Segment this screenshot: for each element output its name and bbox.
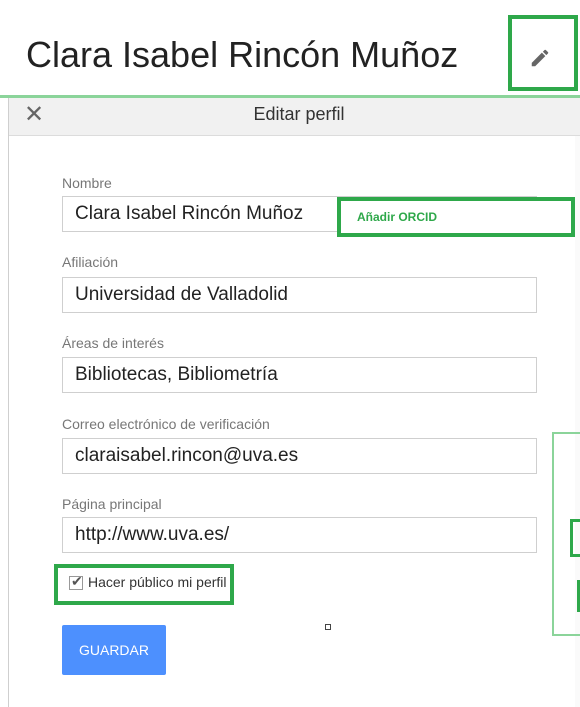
add-orcid-link[interactable]: Añadir ORCID (357, 210, 437, 224)
affiliation-label: Afiliación (62, 254, 119, 270)
interests-label: Áreas de interés (62, 335, 164, 351)
email-label: Correo electrónico de verificación (62, 416, 270, 432)
public-profile-label[interactable]: Hacer público mi perfil (88, 574, 227, 590)
homepage-label: Página principal (62, 496, 162, 512)
orcid-highlight-box: Añadir ORCID (337, 197, 575, 237)
name-label: Nombre (62, 175, 112, 191)
profile-name-heading: Clara Isabel Rincón Muñoz (26, 34, 459, 75)
pencil-icon[interactable] (529, 47, 551, 69)
small-square-mark (325, 624, 331, 630)
interests-field[interactable]: Bibliotecas, Bibliometría (62, 357, 537, 393)
affiliation-field[interactable]: Universidad de Valladolid (62, 277, 537, 313)
checkmark-icon: ✔ (71, 573, 83, 589)
public-profile-checkbox[interactable]: ✔ (69, 573, 83, 590)
save-button[interactable]: GUARDAR (62, 625, 166, 675)
side-highlight-box (570, 519, 580, 557)
homepage-field[interactable]: http://www.uva.es/ (62, 517, 537, 553)
dialog-title: Editar perfil (253, 104, 345, 124)
email-field[interactable]: claraisabel.rincon@uva.es (62, 438, 537, 474)
